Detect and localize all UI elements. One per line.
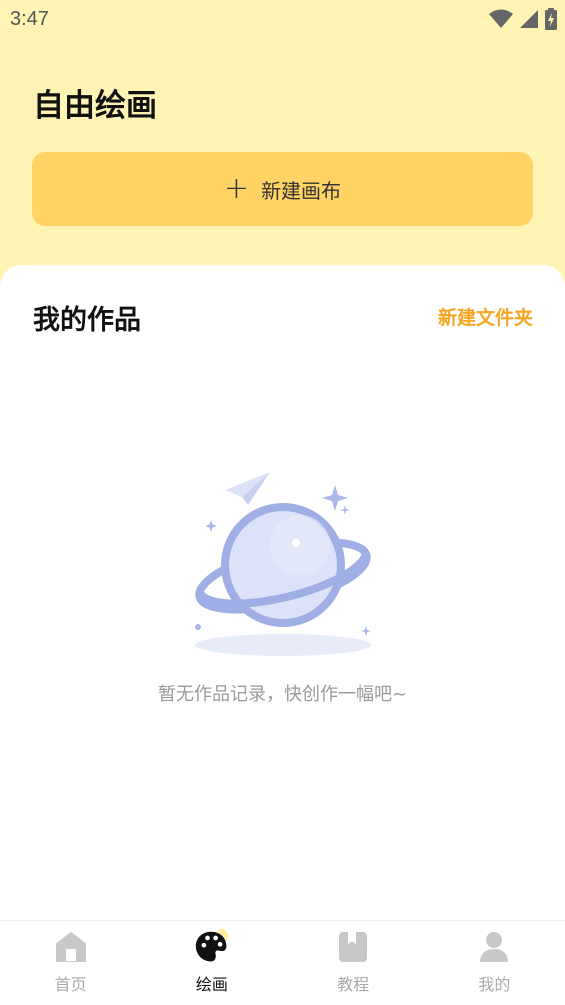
nav-item-mine[interactable]: 我的	[424, 921, 565, 1005]
sparkle-icon	[361, 626, 371, 636]
nav-label-painting: 绘画	[195, 975, 228, 994]
works-title: 我的作品	[33, 305, 141, 336]
plus-icon: +	[223, 171, 250, 206]
status-time: 3:47	[10, 8, 49, 30]
new-canvas-button[interactable]: + 新建画布	[32, 152, 533, 226]
nav-label-tutorial: 教程	[337, 975, 370, 994]
home-icon	[53, 929, 89, 965]
header-background	[0, 0, 565, 300]
book-icon	[335, 929, 371, 965]
nav-item-tutorial[interactable]: 教程	[283, 921, 424, 1005]
planet-highlight	[292, 539, 300, 547]
page-title: 自由绘画	[33, 88, 157, 124]
sparkle-icon	[322, 485, 348, 511]
status-icons	[489, 8, 557, 30]
signal-icon	[520, 10, 538, 28]
wifi-icon	[489, 9, 513, 28]
planet-shadow	[195, 634, 371, 656]
status-bar: 3:47	[0, 0, 565, 38]
user-icon	[476, 929, 512, 965]
paper-plane-icon	[225, 472, 270, 505]
nav-item-painting[interactable]: 绘画	[141, 921, 282, 1005]
new-folder-button[interactable]: 新建文件夹	[438, 303, 533, 330]
nav-label-mine: 我的	[478, 975, 511, 994]
works-panel: 我的作品 新建文件夹 暂无作品记录，快创作一幅吧~	[0, 265, 565, 920]
sparkle-icon	[340, 505, 350, 515]
new-canvas-label: 新建画布	[261, 178, 342, 203]
sparkle-icon	[205, 520, 217, 532]
palette-icon	[194, 929, 230, 965]
empty-state-text: 暂无作品记录，快创作一幅吧~	[157, 684, 408, 705]
nav-label-home: 首页	[54, 975, 87, 994]
battery-icon	[545, 8, 557, 30]
empty-planet-illustration	[195, 472, 371, 656]
bottom-navigation: 首页 绘画 教程 我的	[0, 920, 565, 1005]
dot	[195, 624, 201, 630]
nav-item-home[interactable]: 首页	[0, 921, 141, 1005]
